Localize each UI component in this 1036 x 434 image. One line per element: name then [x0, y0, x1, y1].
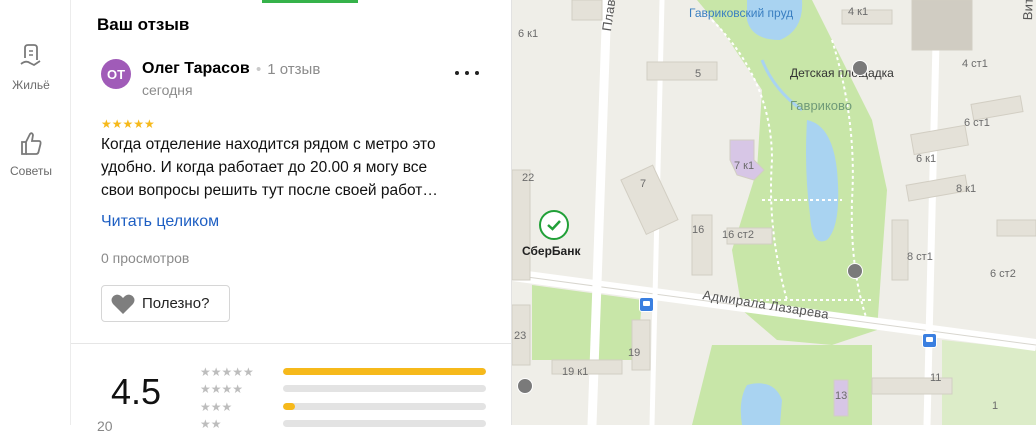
- map-view[interactable]: Гавриковский пруд Детская площадка Гаври…: [512, 0, 1036, 425]
- review-text-line: свои вопросы решить тут после своей рабо…: [101, 182, 438, 199]
- building-hand-icon: [20, 44, 41, 67]
- avatar-initials: ОТ: [106, 66, 126, 82]
- map-house-number: 5: [695, 68, 702, 80]
- map-label-sberbank[interactable]: СберБанк: [522, 244, 580, 258]
- map-house-number: 6 ст2: [990, 268, 1016, 280]
- map-label-street-vit: Вита: [1020, 0, 1036, 21]
- map-house-number: 6 ст1: [964, 117, 990, 129]
- rating-count: 20: [97, 418, 113, 434]
- distribution-stars: ★★★★★: [200, 365, 254, 379]
- map-house-number: 7: [640, 178, 647, 190]
- useful-label: Полезно?: [142, 295, 210, 312]
- map-house-number: 4 к1: [848, 6, 869, 18]
- author-review-count-text: 1 отзыв: [267, 61, 321, 78]
- map-house-number: 19 к1: [562, 366, 589, 378]
- map-house-number: 22: [522, 172, 535, 184]
- author-name[interactable]: Олег Тарасов: [142, 60, 250, 78]
- map-house-number: 16 ст2: [722, 229, 754, 241]
- map-label-district: Гавриково: [790, 98, 852, 113]
- bus-stop-icon[interactable]: [922, 333, 937, 348]
- map-canvas: [512, 0, 1036, 425]
- distribution-bar: [283, 385, 486, 392]
- map-house-number: 23: [514, 330, 527, 342]
- more-dot-icon: [465, 71, 469, 75]
- more-dot-icon: [475, 71, 479, 75]
- distribution-stars: ★★★★: [200, 382, 244, 396]
- review-date: сегодня: [142, 82, 193, 98]
- author-review-count: • 1 отзыв: [256, 61, 321, 78]
- church-icon[interactable]: [852, 60, 868, 76]
- review-text-line: удобно. И когда работает до 20.00 я могу…: [101, 159, 428, 176]
- map-house-number: 1: [992, 400, 999, 412]
- panel-title: Ваш отзыв: [97, 15, 190, 34]
- section-divider: [71, 343, 511, 344]
- more-dot-icon: [455, 71, 459, 75]
- distribution-bar-fill: [283, 403, 296, 410]
- map-house-number: 11: [930, 372, 942, 384]
- thumbs-up-icon: [21, 132, 42, 155]
- chevron-down-icon[interactable]: [28, 0, 40, 4]
- active-tab-indicator: [262, 0, 358, 3]
- rail-item-label: Советы: [10, 164, 52, 178]
- distribution-bar: [283, 368, 486, 375]
- map-house-number: 6 к1: [518, 28, 539, 40]
- useful-button[interactable]: Полезно?: [101, 285, 230, 322]
- left-rail: Жильё Советы: [0, 0, 71, 425]
- rail-item-label: Жильё: [12, 78, 50, 92]
- distribution-bar: [283, 420, 486, 427]
- map-house-number: 8 к1: [956, 183, 977, 195]
- review-text: Когда отделение находится рядом с метро …: [101, 133, 481, 202]
- rating-value: 4.5: [111, 371, 162, 412]
- map-house-number: 16: [692, 224, 705, 236]
- distribution-stars: ★★: [200, 417, 222, 431]
- heart-icon: [111, 294, 135, 314]
- distribution-bar-fill: [283, 368, 486, 375]
- rail-item-tips[interactable]: Советы: [0, 130, 62, 178]
- map-label-pond: Гавриковский пруд: [689, 6, 794, 20]
- map-house-number: 8 ст1: [907, 251, 933, 263]
- check-icon: [547, 220, 561, 231]
- more-options-button[interactable]: [455, 62, 479, 84]
- review-text-line: Когда отделение находится рядом с метро …: [101, 136, 436, 153]
- avatar[interactable]: ОТ: [101, 59, 131, 89]
- bus-stop-icon[interactable]: [639, 297, 654, 312]
- review-stars: ★★★★★: [101, 117, 155, 131]
- map-house-number: 4 ст1: [962, 58, 988, 70]
- read-more-link[interactable]: Читать целиком: [101, 213, 219, 231]
- distribution-bar: [283, 403, 486, 410]
- sberbank-logo-icon[interactable]: [539, 210, 569, 240]
- views-count: 0 просмотров: [101, 250, 190, 266]
- map-house-number: 6 к1: [916, 153, 937, 165]
- map-label-playground: Детская площадка: [790, 66, 894, 80]
- review-panel: Ваш отзыв ОТ Олег Тарасов • 1 отзыв сегод…: [71, 0, 512, 434]
- map-house-number: 19: [628, 347, 641, 359]
- rail-item-housing[interactable]: Жильё: [0, 42, 62, 92]
- distribution-stars: ★★★: [200, 400, 233, 414]
- map-house-number: 13: [835, 390, 848, 402]
- map-house-number: 7 к1: [734, 160, 755, 172]
- church-icon[interactable]: [847, 263, 863, 279]
- poi-icon[interactable]: [517, 378, 533, 394]
